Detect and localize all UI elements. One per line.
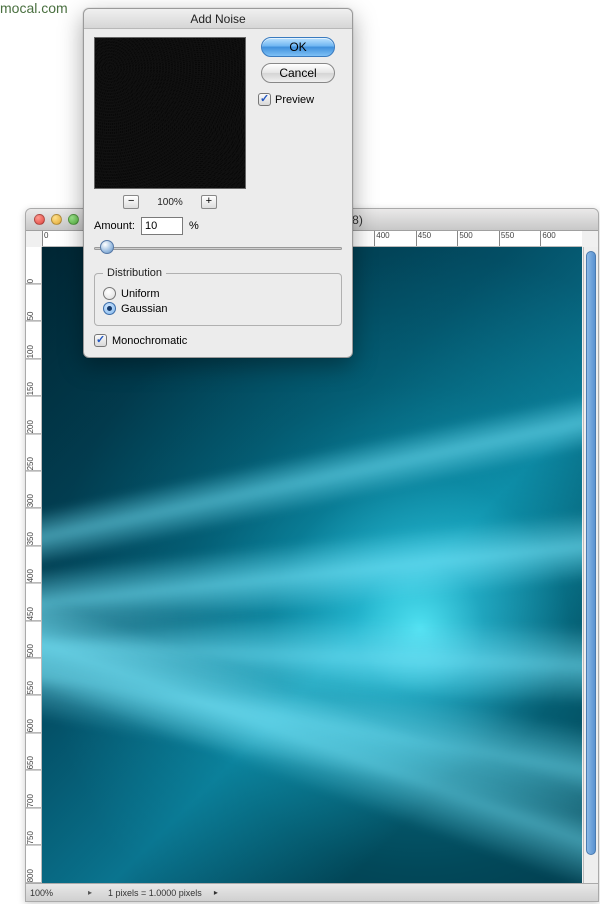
amount-input[interactable] xyxy=(141,217,183,235)
noise-preview-content xyxy=(95,38,245,188)
status-bar: 100% ▸ 1 pixels = 1.0000 pixels ▸ xyxy=(26,883,598,901)
uniform-label: Uniform xyxy=(121,288,160,300)
preview-thumbnail[interactable] xyxy=(94,37,246,189)
zoom-in-button[interactable]: + xyxy=(201,195,217,209)
monochromatic-checkbox[interactable] xyxy=(94,334,107,347)
ruler-tick: 450 xyxy=(416,231,458,246)
preview-checkbox[interactable] xyxy=(258,93,271,106)
vertical-scrollbar[interactable] xyxy=(583,247,598,883)
amount-label: Amount: xyxy=(94,220,135,232)
add-noise-dialog: Add Noise − 100% + OK Cancel Preview xyxy=(83,8,353,358)
ruler-tick: 650 xyxy=(26,733,41,770)
ruler-tick: 500 xyxy=(457,231,499,246)
status-zoom-arrow[interactable]: ▸ xyxy=(88,888,100,897)
scrollbar-thumb[interactable] xyxy=(586,251,596,855)
slider-track-line xyxy=(94,247,342,250)
zoom-window-button[interactable] xyxy=(68,214,79,225)
uniform-radio-row[interactable]: Uniform xyxy=(103,287,333,300)
ruler-tick: 350 xyxy=(26,509,41,546)
preview-zoom-controls: − 100% + xyxy=(94,195,246,209)
status-menu-arrow[interactable]: ▸ xyxy=(214,888,218,897)
ruler-tick: 450 xyxy=(26,584,41,621)
slider-thumb[interactable] xyxy=(100,240,114,254)
ruler-tick: 600 xyxy=(26,696,41,733)
preview-checkbox-row[interactable]: Preview xyxy=(258,93,314,106)
amount-row: Amount: % xyxy=(94,217,342,235)
amount-unit: % xyxy=(189,220,199,232)
ruler-tick: 400 xyxy=(26,546,41,583)
monochromatic-label: Monochromatic xyxy=(112,335,187,347)
vertical-ruler[interactable]: 0501001502002503003504004505005506006507… xyxy=(26,247,42,883)
ruler-tick: 550 xyxy=(26,658,41,695)
ruler-tick: 250 xyxy=(26,434,41,471)
ruler-tick: 0 xyxy=(42,231,84,246)
watermark-text: mocal.com xyxy=(0,0,68,16)
ruler-tick: 100 xyxy=(26,322,41,359)
ruler-tick: 750 xyxy=(26,808,41,845)
monochromatic-row[interactable]: Monochromatic xyxy=(94,334,342,347)
dialog-buttons-column: OK Cancel Preview xyxy=(246,37,342,217)
window-controls xyxy=(34,214,79,225)
dialog-title[interactable]: Add Noise xyxy=(84,9,352,29)
ruler-tick: 50 xyxy=(26,284,41,321)
gaussian-label: Gaussian xyxy=(121,303,167,315)
ruler-tick: 0 xyxy=(26,247,41,284)
ruler-tick: 150 xyxy=(26,359,41,396)
uniform-radio[interactable] xyxy=(103,287,116,300)
zoom-out-button[interactable]: − xyxy=(123,195,139,209)
status-info: 1 pixels = 1.0000 pixels xyxy=(108,888,202,898)
cancel-button[interactable]: Cancel xyxy=(261,63,335,83)
gaussian-radio-row[interactable]: Gaussian xyxy=(103,302,333,315)
ruler-tick: 800 xyxy=(26,846,41,883)
close-window-button[interactable] xyxy=(34,214,45,225)
ruler-tick: 200 xyxy=(26,397,41,434)
ruler-tick: 700 xyxy=(26,771,41,808)
amount-slider[interactable] xyxy=(94,239,342,257)
ruler-tick: 600 xyxy=(540,231,582,246)
zoom-level-label: 100% xyxy=(157,197,183,208)
distribution-fieldset: Distribution Uniform Gaussian xyxy=(94,267,342,326)
ruler-tick: 500 xyxy=(26,621,41,658)
ruler-tick: 550 xyxy=(499,231,541,246)
ruler-tick: 300 xyxy=(26,471,41,508)
gaussian-radio[interactable] xyxy=(103,302,116,315)
minimize-window-button[interactable] xyxy=(51,214,62,225)
status-zoom[interactable]: 100% xyxy=(30,888,80,898)
ok-button[interactable]: OK xyxy=(261,37,335,57)
dialog-body: − 100% + OK Cancel Preview Amount: % xyxy=(84,29,352,357)
ruler-tick: 400 xyxy=(374,231,416,246)
distribution-legend: Distribution xyxy=(103,267,166,279)
preview-checkbox-label: Preview xyxy=(275,94,314,106)
